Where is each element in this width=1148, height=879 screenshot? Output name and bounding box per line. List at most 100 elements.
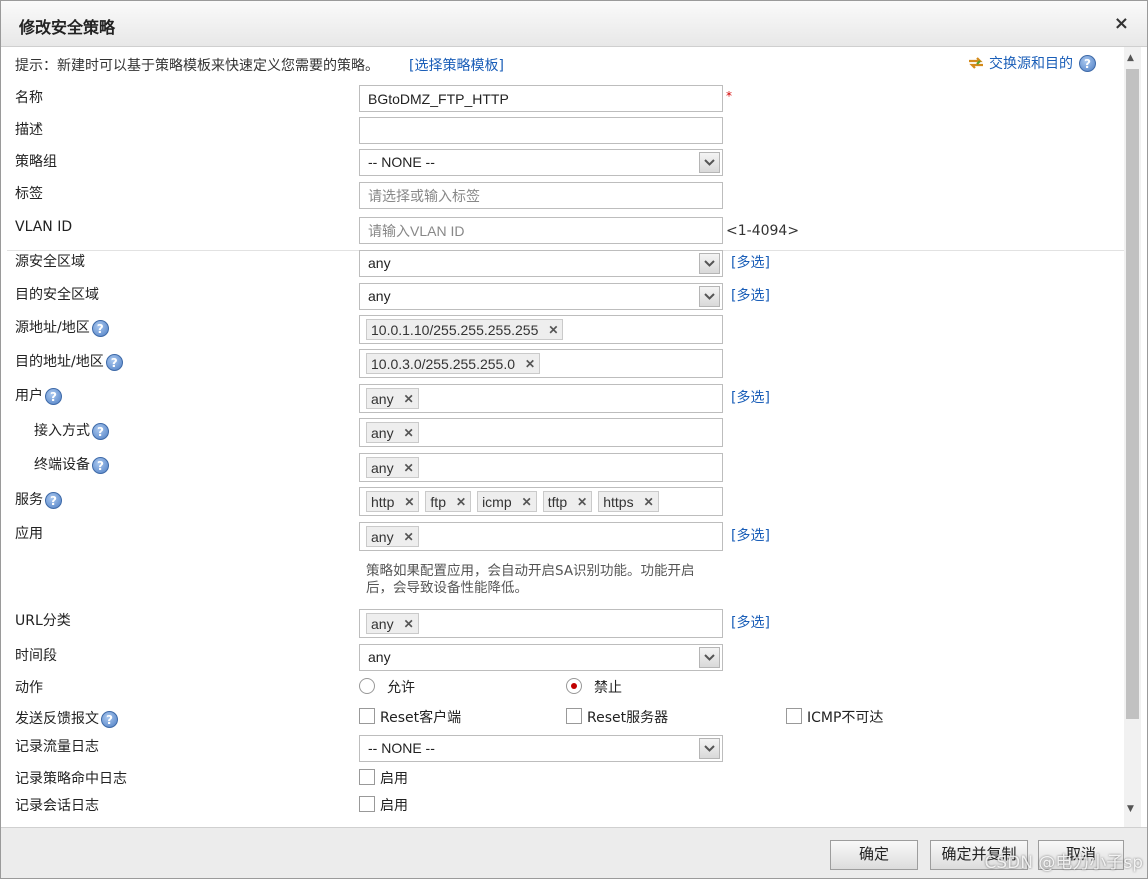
swap-link[interactable]: 交换源和目的: [989, 53, 1073, 73]
icmp-unreachable-label[interactable]: ICMP不可达: [807, 707, 883, 727]
chevron-down-icon[interactable]: [699, 152, 720, 173]
access-label-text: 接入方式: [34, 423, 90, 439]
required-mark: *: [726, 89, 732, 103]
chevron-down-icon[interactable]: [699, 738, 720, 759]
deny-radio[interactable]: [566, 678, 582, 694]
dialog-footer: 确定 确定并复制 取消 CSDN @电力小子sp: [1, 827, 1147, 878]
src-zone-multi-link[interactable]: [多选]: [731, 252, 770, 272]
vlan-label: VLAN ID: [15, 219, 73, 235]
time-select[interactable]: any: [359, 644, 723, 671]
user-tagbox[interactable]: any ✕: [359, 384, 723, 413]
device-tagbox[interactable]: any ✕: [359, 453, 723, 482]
vertical-scrollbar[interactable]: ▲ ▼: [1124, 47, 1141, 827]
desc-input[interactable]: [359, 117, 723, 144]
desc-label: 描述: [15, 122, 43, 138]
close-icon[interactable]: ×: [1114, 13, 1129, 34]
url-multi-link[interactable]: [多选]: [731, 612, 770, 632]
watermark: CSDN @电力小子sp: [984, 853, 1143, 873]
select-template-link[interactable]: [选择策略模板]: [409, 55, 504, 75]
reset-server-checkbox[interactable]: [566, 708, 582, 724]
src-zone-select[interactable]: any: [359, 250, 723, 277]
remove-tag-icon[interactable]: ✕: [404, 617, 414, 631]
help-icon[interactable]: ?: [92, 456, 109, 474]
app-multi-link[interactable]: [多选]: [731, 525, 770, 545]
session-log-label: 记录会话日志: [15, 798, 99, 814]
group-select[interactable]: -- NONE --: [359, 149, 723, 176]
help-icon[interactable]: ?: [45, 491, 62, 509]
vlan-input[interactable]: [359, 217, 723, 244]
src-addr-label-text: 源地址/地区: [15, 320, 90, 336]
hit-log-checkbox[interactable]: [359, 769, 375, 785]
app-tagbox[interactable]: any ✕: [359, 522, 723, 551]
remove-tag-icon[interactable]: ✕: [404, 392, 414, 406]
src-zone-value: any: [368, 255, 391, 271]
url-tagbox[interactable]: any ✕: [359, 609, 723, 638]
service-label: 服务?: [15, 489, 62, 509]
app-note: 策略如果配置应用，会自动开启SA识别功能。功能开启 后，会导致设备性能降低。: [366, 563, 695, 597]
dst-addr-tag: 10.0.3.0/255.255.255.0 ✕: [366, 353, 541, 374]
access-tagbox[interactable]: any ✕: [359, 418, 723, 447]
tag-text: icmp: [482, 493, 512, 510]
remove-tag-icon[interactable]: ✕: [548, 323, 558, 337]
remove-tag-icon[interactable]: ✕: [404, 461, 414, 475]
permit-radio[interactable]: [359, 678, 375, 694]
help-icon[interactable]: ?: [105, 353, 123, 371]
hit-log-option[interactable]: 启用: [380, 768, 408, 788]
app-tag: any ✕: [366, 526, 419, 547]
chevron-down-icon[interactable]: [699, 253, 720, 274]
scroll-down-icon[interactable]: ▼: [1127, 804, 1134, 814]
remove-tag-icon[interactable]: ✕: [525, 357, 535, 371]
help-icon[interactable]: ?: [101, 710, 118, 728]
remove-tag-icon[interactable]: ✕: [404, 426, 414, 440]
dst-zone-multi-link[interactable]: [多选]: [731, 285, 770, 305]
user-multi-link[interactable]: [多选]: [731, 387, 770, 407]
hint-text: 提示：新建时可以基于策略模板来快速定义您需要的策略。: [15, 58, 379, 74]
traffic-log-select[interactable]: -- NONE --: [359, 735, 723, 762]
remove-tag-icon[interactable]: ✕: [404, 530, 414, 544]
help-icon[interactable]: ?: [45, 387, 62, 405]
dst-zone-select[interactable]: any: [359, 283, 723, 310]
tag-text: 10.0.1.10/255.255.255.255: [371, 321, 539, 338]
scroll-up-icon[interactable]: ▲: [1127, 53, 1134, 63]
remove-tag-icon[interactable]: ✕: [644, 495, 654, 509]
chevron-down-icon[interactable]: [699, 286, 720, 307]
tag-text: any: [371, 459, 394, 476]
group-label: 策略组: [15, 154, 57, 170]
src-addr-tagbox[interactable]: 10.0.1.10/255.255.255.255 ✕: [359, 315, 723, 344]
remove-tag-icon[interactable]: ✕: [577, 495, 587, 509]
device-tag: any ✕: [366, 457, 419, 478]
reset-client-label[interactable]: Reset客户端: [380, 707, 461, 727]
dst-addr-tagbox[interactable]: 10.0.3.0/255.255.255.0 ✕: [359, 349, 723, 378]
service-tag: tftp ✕: [542, 491, 593, 512]
help-icon[interactable]: ?: [91, 319, 109, 337]
deny-label[interactable]: 禁止: [594, 677, 622, 697]
ok-button[interactable]: 确定: [830, 840, 918, 870]
reset-client-checkbox[interactable]: [359, 708, 375, 724]
dialog-titlebar: 修改安全策略 ×: [1, 1, 1147, 47]
session-log-checkbox[interactable]: [359, 796, 375, 812]
dialog-title: 修改安全策略: [19, 18, 116, 37]
swap-src-dst[interactable]: 交换源和目的 ?: [967, 53, 1096, 73]
chevron-down-icon[interactable]: [699, 647, 720, 668]
scrollbar-thumb[interactable]: [1126, 69, 1139, 719]
dst-zone-label: 目的安全区域: [15, 287, 99, 303]
remove-tag-icon[interactable]: ✕: [404, 495, 414, 509]
service-tag: ftp ✕: [425, 491, 472, 512]
remove-tag-icon[interactable]: ✕: [456, 495, 466, 509]
icmp-unreachable-checkbox[interactable]: [786, 708, 802, 724]
security-policy-dialog: 修改安全策略 × 提示：新建时可以基于策略模板来快速定义您需要的策略。 [选择策…: [0, 0, 1148, 879]
permit-label[interactable]: 允许: [387, 677, 415, 697]
reset-server-label[interactable]: Reset服务器: [587, 707, 668, 727]
service-tagbox[interactable]: http ✕ ftp ✕ icmp ✕ tftp ✕ https ✕: [359, 487, 723, 516]
session-log-option[interactable]: 启用: [380, 795, 408, 815]
help-icon[interactable]: ?: [1079, 54, 1096, 72]
tag-text: http: [371, 493, 395, 510]
remove-tag-icon[interactable]: ✕: [522, 495, 532, 509]
tag-input[interactable]: [359, 182, 723, 209]
name-input[interactable]: [359, 85, 723, 112]
access-tag: any ✕: [366, 422, 419, 443]
app-note-line2: 后，会导致设备性能降低。: [366, 580, 528, 596]
help-icon[interactable]: ?: [92, 422, 109, 440]
tag-text: any: [371, 390, 394, 407]
dialog-body: 提示：新建时可以基于策略模板来快速定义您需要的策略。 [选择策略模板] 交换源和…: [7, 47, 1125, 827]
